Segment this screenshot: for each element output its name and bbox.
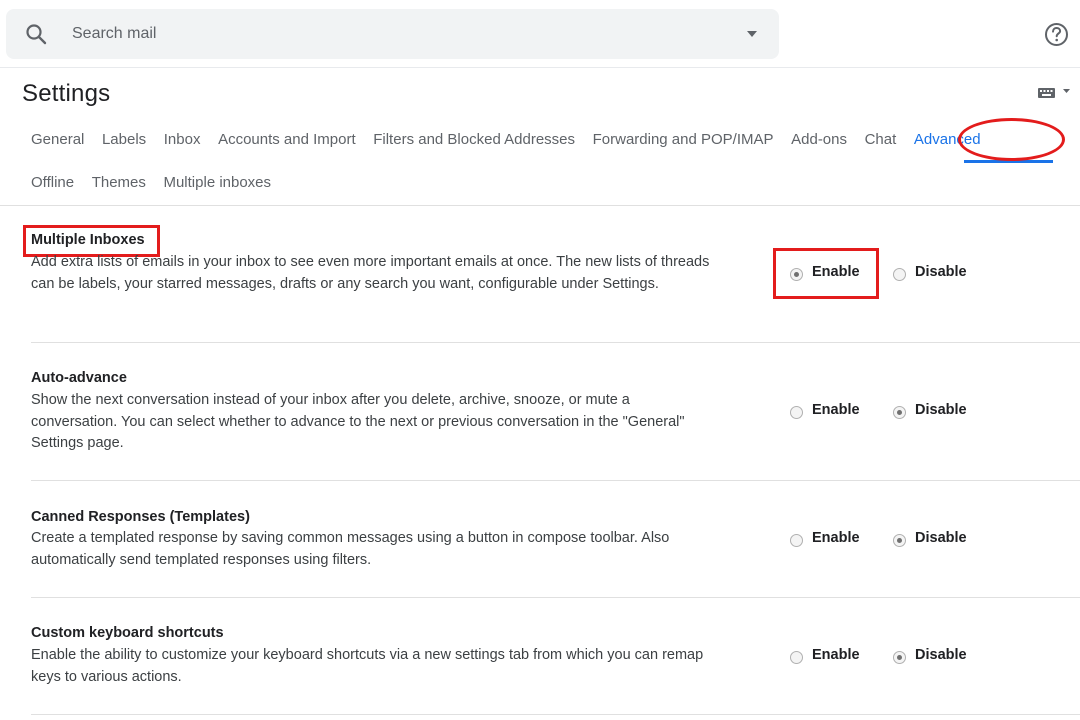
custom-shortcuts-enable-label[interactable]: Enable	[812, 647, 860, 663]
tab-inbox[interactable]: Inbox	[164, 131, 201, 151]
multiple-inboxes-disable-label[interactable]: Disable	[915, 264, 967, 280]
setting-title-custom-keyboard-shortcuts: Custom keyboard shortcuts	[31, 625, 224, 641]
tab-add-ons[interactable]: Add-ons	[791, 131, 847, 151]
search-bar	[6, 9, 779, 59]
row-divider	[31, 714, 1080, 715]
canned-responses-enable-radio[interactable]	[790, 534, 803, 547]
page-title: Settings	[22, 80, 111, 107]
multiple-inboxes-enable-radio[interactable]	[790, 268, 803, 281]
custom-shortcuts-enable-radio[interactable]	[790, 651, 803, 664]
custom-shortcuts-disable-label[interactable]: Disable	[915, 647, 967, 663]
auto-advance-enable-label[interactable]: Enable	[812, 402, 860, 418]
search-input[interactable]	[72, 24, 672, 44]
canned-responses-disable-radio[interactable]	[893, 534, 906, 547]
canned-responses-disable-label[interactable]: Disable	[915, 530, 967, 546]
auto-advance-enable-radio[interactable]	[790, 406, 803, 419]
tab-forwarding-pop-imap[interactable]: Forwarding and POP/IMAP	[593, 131, 774, 151]
setting-title-auto-advance: Auto-advance	[31, 370, 127, 386]
tab-general[interactable]: General	[31, 131, 84, 151]
auto-advance-disable-radio[interactable]	[893, 406, 906, 419]
tab-labels[interactable]: Labels	[102, 131, 146, 151]
auto-advance-disable-label[interactable]: Disable	[915, 402, 967, 418]
settings-tabs-row-1: General Labels Inbox Accounts and Import…	[31, 131, 998, 151]
header-divider	[0, 67, 1080, 68]
search-icon[interactable]	[24, 22, 48, 46]
tab-themes[interactable]: Themes	[92, 174, 146, 194]
setting-description-custom-keyboard-shortcuts: Enable the ability to customize your key…	[31, 647, 704, 685]
setting-description-auto-advance: Show the next conversation instead of yo…	[31, 392, 685, 451]
multiple-inboxes-enable-label[interactable]: Enable	[812, 264, 860, 280]
setting-description-canned-responses: Create a templated response by saving co…	[31, 530, 670, 568]
setting-title-multiple-inboxes: Multiple Inboxes	[31, 232, 145, 248]
tab-advanced[interactable]: Advanced	[914, 131, 981, 151]
canned-responses-enable-label[interactable]: Enable	[812, 530, 860, 546]
tab-offline[interactable]: Offline	[31, 174, 74, 194]
custom-shortcuts-disable-radio[interactable]	[893, 651, 906, 664]
tabs-divider	[0, 205, 1080, 206]
keyboard-icon[interactable]	[1036, 84, 1072, 102]
search-options-caret-icon[interactable]	[741, 28, 763, 40]
tab-filters-and-blocked-addresses[interactable]: Filters and Blocked Addresses	[373, 131, 575, 151]
setting-description-multiple-inboxes: Add extra lists of emails in your inbox …	[31, 254, 710, 292]
row-divider	[31, 480, 1080, 481]
active-tab-indicator	[964, 160, 1053, 163]
setting-title-canned-responses: Canned Responses (Templates)	[31, 509, 250, 525]
tab-multiple-inboxes[interactable]: Multiple inboxes	[163, 174, 271, 194]
settings-tabs-row-2: Offline Themes Multiple inboxes	[31, 174, 289, 194]
tab-chat[interactable]: Chat	[865, 131, 897, 151]
help-icon[interactable]	[1043, 21, 1070, 48]
row-divider	[31, 597, 1080, 598]
tab-accounts-and-import[interactable]: Accounts and Import	[218, 131, 356, 151]
row-divider	[31, 342, 1080, 343]
multiple-inboxes-disable-radio[interactable]	[893, 268, 906, 281]
